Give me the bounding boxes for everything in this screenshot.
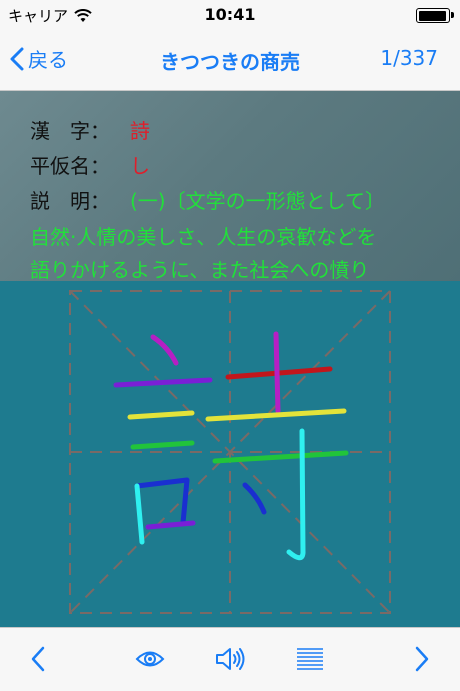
stroke-4 xyxy=(130,440,195,450)
prev-button[interactable] xyxy=(20,642,56,676)
battery-level xyxy=(418,10,447,21)
chevron-right-icon xyxy=(415,646,429,672)
stroke-9 xyxy=(273,331,281,414)
status-time: 10:41 xyxy=(204,5,256,24)
chevron-left-icon xyxy=(31,646,45,672)
stroke-11 xyxy=(212,450,349,464)
nav-bar: 戻る きつつきの商売 1/337 xyxy=(0,30,460,91)
kanji-content: 漢 字：詩 平仮名：し 説 明： (一)〔文学の一形態として〕 自然·人情の美しさ… xyxy=(0,91,460,627)
stroke-6 xyxy=(134,483,145,545)
speaker-icon xyxy=(216,648,245,670)
stroke-3 xyxy=(127,410,195,420)
sound-button[interactable] xyxy=(212,642,248,676)
stroke-1 xyxy=(150,334,179,366)
battery-icon xyxy=(416,8,454,23)
view-button[interactable] xyxy=(132,642,168,676)
kanji-strokes xyxy=(113,331,349,561)
kanji-stroke-canvas xyxy=(69,290,391,614)
stroke-5 xyxy=(134,477,190,526)
list-icon xyxy=(297,648,323,670)
list-button[interactable] xyxy=(292,642,328,676)
page-counter: 1/337 xyxy=(380,46,438,70)
bottom-toolbar xyxy=(0,627,460,691)
stroke-13 xyxy=(242,482,267,515)
stroke-12 xyxy=(286,428,306,561)
eye-icon xyxy=(135,651,165,667)
stroke-2 xyxy=(113,377,213,388)
stroke-7 xyxy=(145,520,196,530)
status-bar: キャリア 10:41 xyxy=(0,0,460,30)
next-button[interactable] xyxy=(404,642,440,676)
